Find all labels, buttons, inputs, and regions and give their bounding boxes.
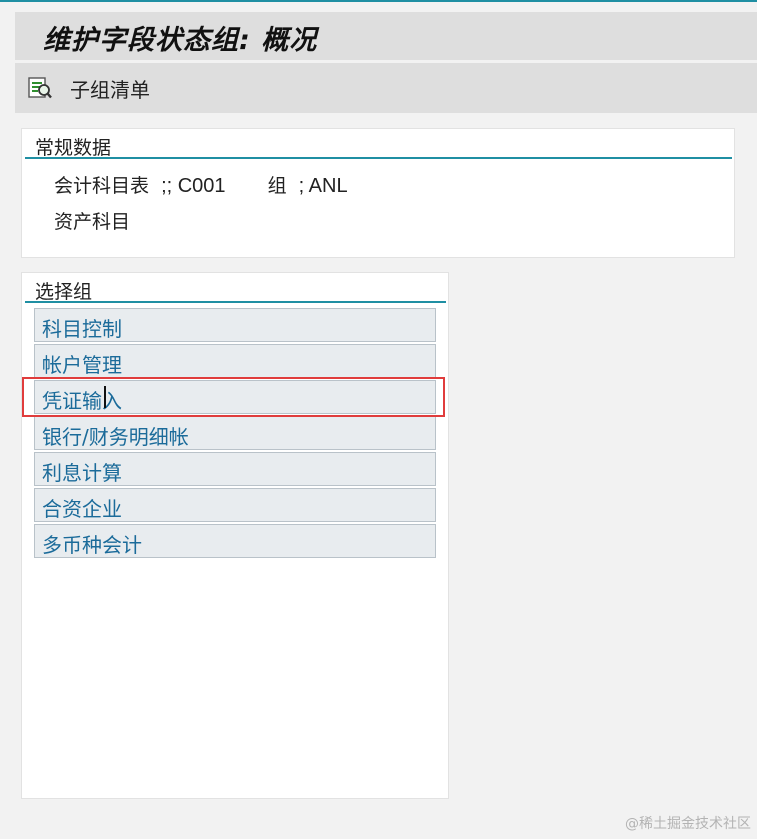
general-data-panel: 常规数据 会计科目表 ;; C001 组 ; ANL 资产科目: [21, 128, 735, 258]
group-button-joint-venture[interactable]: 合资企业: [34, 488, 436, 522]
subgroup-list-label: 子组清单: [70, 77, 150, 102]
group-button-label: 银行/财务明细帐: [42, 425, 189, 449]
group-button-multi-currency[interactable]: 多币种会计: [34, 524, 436, 558]
chart-of-accounts-value: ;; C001: [161, 175, 226, 197]
top-accent-line: [0, 0, 757, 2]
chart-of-accounts-label: 会计科目表: [54, 175, 150, 197]
group-button-bank-financial-details[interactable]: 银行/财务明细帐: [34, 416, 436, 450]
toolbar: 子组清单: [15, 63, 757, 113]
general-data-header: 常规数据: [25, 131, 732, 159]
text-cursor: [104, 386, 106, 408]
group-description: 资产科目: [54, 211, 131, 233]
general-data-title: 常规数据: [35, 137, 112, 159]
group-button-document-entry[interactable]: 凭证输入: [34, 380, 436, 414]
page-title: 维护字段状态组: 概况: [43, 25, 318, 56]
group-button-account-management[interactable]: 帐户管理: [34, 344, 436, 378]
group-button-account-control[interactable]: 科目控制: [34, 308, 436, 342]
select-group-header: 选择组: [25, 275, 446, 303]
group-description-row: 资产科目: [54, 207, 130, 234]
group-button-interest-calculation[interactable]: 利息计算: [34, 452, 436, 486]
group-button-label: 多币种会计: [42, 533, 142, 557]
group-button-label: 合资企业: [42, 497, 122, 521]
select-group-title: 选择组: [35, 281, 93, 303]
subgroup-list-button[interactable]: 子组清单: [27, 71, 150, 105]
group-button-label: 科目控制: [42, 317, 122, 341]
title-bar: 维护字段状态组: 概况: [15, 12, 757, 60]
watermark: @稀土掘金技术社区: [625, 816, 751, 832]
group-button-label: 利息计算: [42, 461, 122, 485]
list-search-icon: [28, 77, 52, 99]
group-button-label: 凭证输入: [42, 389, 122, 413]
group-button-label: 帐户管理: [42, 353, 122, 377]
group-value: ; ANL: [298, 175, 348, 197]
group-label: 组: [267, 175, 287, 197]
select-group-panel: 选择组 科目控制 帐户管理 凭证输入 银行/财务明细帐 利息计算 合资企业 多币…: [21, 272, 449, 799]
chart-of-accounts-row: 会计科目表 ;; C001 组 ; ANL: [54, 171, 348, 198]
